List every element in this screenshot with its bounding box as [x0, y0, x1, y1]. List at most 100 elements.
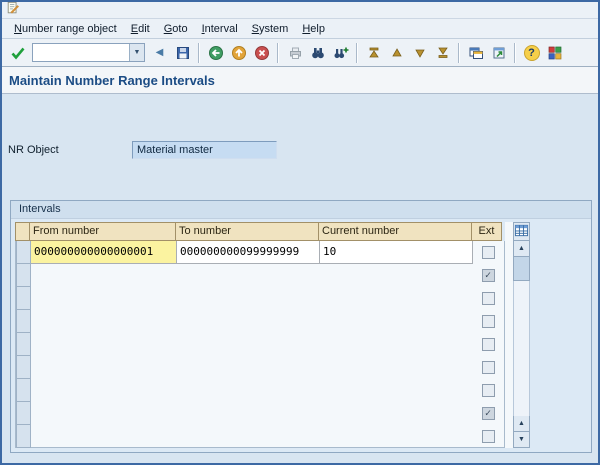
table-settings-button[interactable]	[513, 222, 530, 241]
cell-to-number[interactable]	[177, 379, 320, 402]
back-button[interactable]	[204, 41, 227, 64]
scroll-down-button[interactable]: ▼	[513, 432, 530, 448]
menu-goto[interactable]: Goto	[157, 21, 195, 37]
ext-checkbox[interactable]	[481, 338, 495, 351]
ext-checkbox[interactable]	[481, 315, 495, 328]
scroll-up-button-bottom[interactable]: ▲	[513, 416, 530, 432]
collapse-left-icon: ◀	[155, 47, 164, 58]
cell-current-number[interactable]	[320, 356, 473, 379]
toolbar-separator	[514, 42, 516, 63]
find-next-button[interactable]	[329, 41, 352, 64]
header-from-number[interactable]: From number	[30, 222, 176, 241]
header-selector-column[interactable]	[15, 222, 30, 241]
command-field-group: ▼	[32, 43, 145, 62]
new-session-button[interactable]	[464, 41, 487, 64]
cell-from-number[interactable]	[31, 356, 177, 379]
menu-interval[interactable]: Interval	[195, 21, 245, 37]
cell-to-number[interactable]	[177, 310, 320, 333]
command-field[interactable]	[33, 44, 129, 61]
ext-checkbox[interactable]	[481, 361, 495, 374]
ext-checkbox[interactable]	[481, 292, 495, 305]
ext-checkbox[interactable]: ✓	[481, 269, 495, 282]
hide-command-field-button[interactable]: ◀	[148, 41, 171, 64]
customize-layout-button[interactable]	[543, 41, 566, 64]
row-selector[interactable]	[16, 333, 31, 356]
scroll-up-button[interactable]: ▲	[513, 241, 530, 257]
app-icon	[6, 2, 20, 20]
create-shortcut-button[interactable]	[487, 41, 510, 64]
cell-to-number[interactable]	[177, 356, 320, 379]
window-top-strip	[2, 2, 598, 19]
table-filler	[505, 222, 513, 448]
scrollbar-thumb[interactable]	[513, 257, 530, 281]
menu-number-range-object[interactable]: Number range object	[7, 21, 124, 37]
toolbar-separator	[277, 42, 279, 63]
row-selector[interactable]	[16, 356, 31, 379]
command-history-button[interactable]: ▼	[129, 44, 144, 61]
cell-from-number[interactable]	[31, 425, 177, 448]
back-arrow-icon	[208, 45, 224, 61]
menu-system[interactable]: System	[245, 21, 296, 37]
cell-from-number[interactable]	[31, 379, 177, 402]
ext-checkbox[interactable]	[481, 384, 495, 397]
up-arrow-icon: ▲	[518, 245, 525, 252]
standard-toolbar: ▼ ◀ ?	[2, 39, 598, 67]
row-selector[interactable]	[16, 241, 31, 264]
cell-from-number[interactable]	[31, 264, 177, 287]
cell-current-number[interactable]	[320, 333, 473, 356]
cell-current-number[interactable]	[320, 402, 473, 425]
interval-rows: 000000000000000001 000000000099999999 10 ✓ ✓	[15, 241, 505, 448]
cell-to-number[interactable]	[177, 333, 320, 356]
cell-to-number[interactable]: 000000000099999999	[177, 241, 320, 264]
header-to-number[interactable]: To number	[176, 222, 319, 241]
screen-body: NR Object Material master Intervals From…	[2, 94, 598, 463]
header-current-number[interactable]: Current number	[319, 222, 472, 241]
enter-button[interactable]	[6, 41, 29, 64]
cell-from-number[interactable]	[31, 287, 177, 310]
last-page-button[interactable]	[431, 41, 454, 64]
scrollbar-track[interactable]	[513, 281, 530, 416]
cell-from-number[interactable]	[31, 310, 177, 333]
cell-current-number[interactable]: 10	[320, 241, 473, 264]
cell-from-number[interactable]: 000000000000000001	[31, 241, 177, 264]
cell-from-number[interactable]	[31, 333, 177, 356]
row-selector[interactable]	[16, 310, 31, 333]
cell-to-number[interactable]	[177, 425, 320, 448]
row-selector[interactable]	[16, 287, 31, 310]
cell-to-number[interactable]	[177, 287, 320, 310]
page-title: Maintain Number Range Intervals	[9, 72, 215, 88]
ext-checkbox[interactable]	[481, 246, 495, 259]
cell-current-number[interactable]	[320, 379, 473, 402]
first-page-button[interactable]	[362, 41, 385, 64]
toolbar-separator	[356, 42, 358, 63]
row-selector[interactable]	[16, 402, 31, 425]
help-button[interactable]: ?	[520, 41, 543, 64]
ext-cell	[473, 379, 503, 402]
table-row	[16, 379, 504, 402]
table-row	[16, 333, 504, 356]
cell-to-number[interactable]	[177, 264, 320, 287]
cell-to-number[interactable]	[177, 402, 320, 425]
row-selector[interactable]	[16, 425, 31, 448]
ext-checkbox[interactable]: ✓	[481, 407, 495, 420]
nr-object-field[interactable]: Material master	[132, 141, 277, 159]
cell-current-number[interactable]	[320, 264, 473, 287]
exit-button[interactable]	[227, 41, 250, 64]
header-ext[interactable]: Ext	[472, 222, 502, 241]
print-button[interactable]	[283, 41, 306, 64]
cancel-button[interactable]	[250, 41, 273, 64]
cell-current-number[interactable]	[320, 287, 473, 310]
previous-page-button[interactable]	[385, 41, 408, 64]
cell-current-number[interactable]	[320, 310, 473, 333]
row-selector[interactable]	[16, 264, 31, 287]
cell-current-number[interactable]	[320, 425, 473, 448]
cell-from-number[interactable]	[31, 402, 177, 425]
menu-help[interactable]: Help	[295, 21, 332, 37]
row-selector[interactable]	[16, 379, 31, 402]
menu-edit[interactable]: Edit	[124, 21, 157, 37]
find-button[interactable]	[306, 41, 329, 64]
exit-up-arrow-icon	[231, 45, 247, 61]
next-page-button[interactable]	[408, 41, 431, 64]
save-button[interactable]	[171, 41, 194, 64]
ext-checkbox[interactable]	[481, 430, 495, 443]
